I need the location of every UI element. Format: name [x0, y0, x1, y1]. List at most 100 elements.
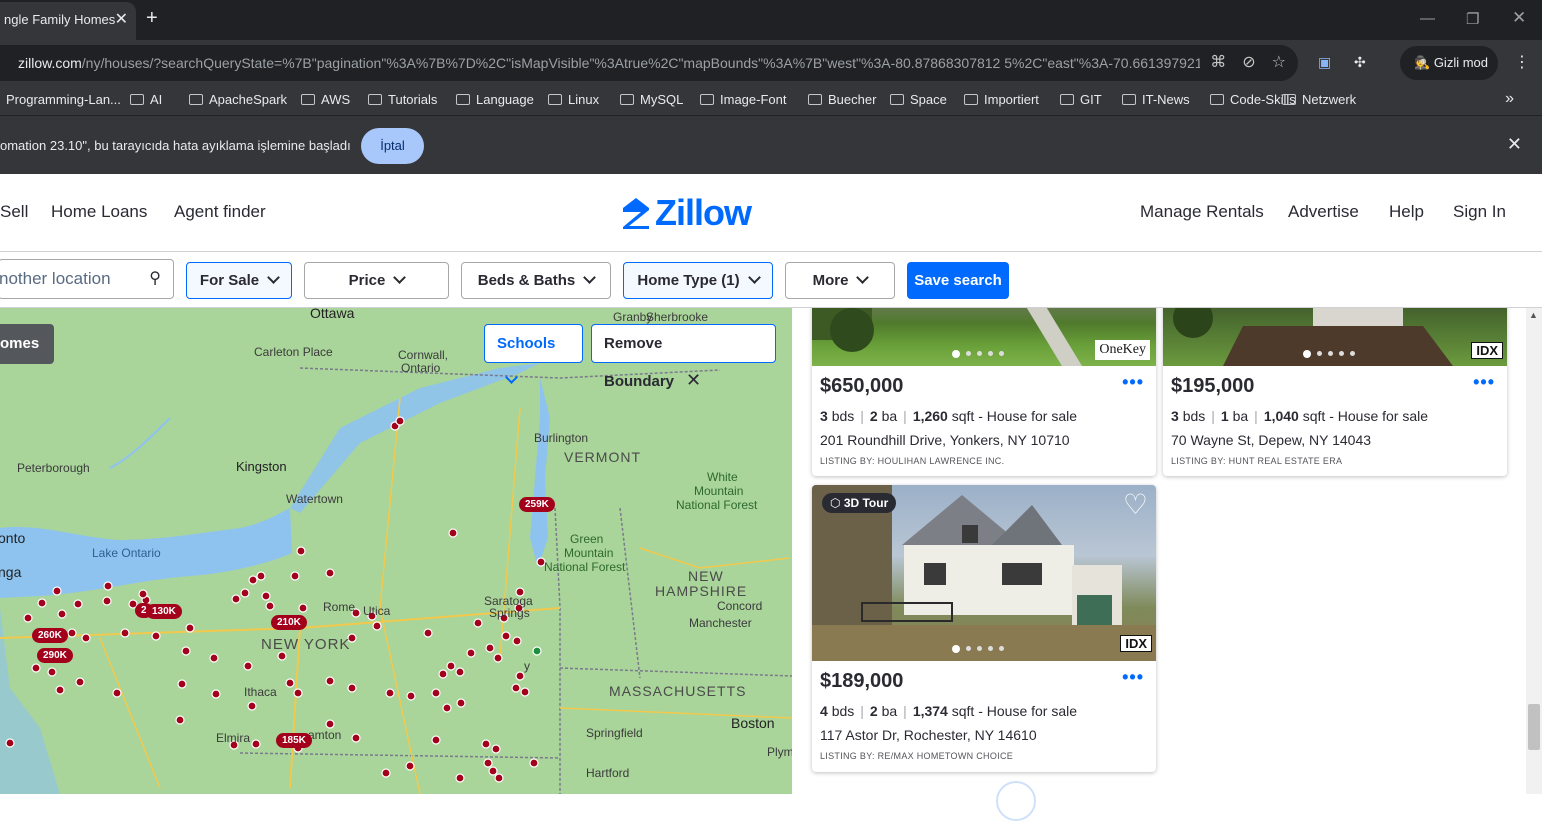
home-type-filter[interactable]: Home Type (1)	[623, 262, 773, 299]
extensions-puzzle-icon[interactable]: ✣	[1354, 54, 1366, 71]
beds-baths-filter[interactable]: Beds & Baths	[461, 262, 611, 299]
folder-icon	[1060, 94, 1074, 105]
more-options-icon[interactable]: •••	[1473, 372, 1495, 393]
tab-close-icon[interactable]: ✕	[115, 2, 128, 38]
map-label: Mountain	[694, 484, 744, 498]
price-filter[interactable]: Price	[304, 262, 449, 299]
remove-boundary-button[interactable]: Remove Boundary ✕	[591, 324, 776, 390]
zillow-logo[interactable]: Zillow	[621, 192, 752, 233]
map-label: Rome	[323, 600, 356, 614]
map-label: Green	[570, 532, 604, 546]
listing-card[interactable]: OneKey $650,000 ••• 3 bds | 2 ba | 1,260 sqf…	[812, 308, 1156, 476]
window-close-icon[interactable]: ✕	[1512, 8, 1526, 28]
scroll-up-arrow-icon[interactable]: ▲	[1529, 310, 1538, 320]
bookmark-folder[interactable]: GIT	[1060, 92, 1102, 107]
infobar-close-icon[interactable]: ✕	[1507, 134, 1522, 155]
close-icon: ✕	[686, 370, 702, 390]
bookmark-folder[interactable]: Image-Font	[700, 92, 786, 107]
listing-price: $650,000	[820, 375, 904, 397]
listing-card[interactable]: IDX $195,000 ••• 3 bds | 1 ba | 1,040 sqft -…	[1163, 308, 1507, 476]
scrollbar-thumb[interactable]	[1528, 704, 1540, 750]
bookmark-folder[interactable]: Netzwerk	[1282, 92, 1356, 107]
more-options-icon[interactable]: •••	[1122, 667, 1144, 688]
bookmark-folder[interactable]: MySQL	[620, 92, 683, 107]
map-label: Ottawa	[310, 308, 355, 321]
nav-sign-in[interactable]: Sign In	[1453, 202, 1506, 222]
map-panel[interactable]: Ottawa Granby Sherbrooke Carleton Place …	[0, 308, 792, 794]
bookmark-folder[interactable]: Importiert	[964, 92, 1039, 107]
bookmark-folder[interactable]: IT-News	[1122, 92, 1190, 107]
listing-photo[interactable]: ⬡ 3D Tour ♡ IDX	[812, 485, 1156, 661]
map-label: Boston	[731, 715, 775, 731]
save-search-button[interactable]: Save search	[907, 262, 1009, 299]
bookmark-folder[interactable]: Linux	[548, 92, 599, 107]
folder-icon	[620, 94, 634, 105]
photo-carousel-dots[interactable]	[952, 350, 1004, 358]
extension-ui-icon[interactable]: ▣	[1318, 54, 1331, 71]
favorite-heart-icon[interactable]: ♡	[1123, 491, 1148, 519]
bookmark-folder[interactable]: AWS	[301, 92, 350, 107]
map-label: Hartford	[586, 766, 630, 780]
bookmark-folder[interactable]: Language	[456, 92, 534, 107]
browser-tab[interactable]: ngle Family Homes ✕	[0, 2, 136, 40]
chevron-down-icon	[856, 271, 870, 284]
listing-address[interactable]: 70 Wayne St, Depew, NY 14043	[1171, 432, 1371, 448]
price-pin[interactable]: 290K	[37, 648, 73, 663]
folder-icon	[301, 94, 315, 105]
schools-toggle[interactable]: Schools	[484, 324, 583, 384]
listing-photo[interactable]: IDX	[1163, 308, 1507, 366]
nav-help[interactable]: Help	[1389, 202, 1424, 222]
bookmark-folder[interactable]: ApacheSpark	[189, 92, 287, 107]
listing-address[interactable]: 201 Roundhill Drive, Yonkers, NY 10710	[820, 432, 1070, 448]
bookmark-item[interactable]: Programming-Lan...	[6, 92, 121, 107]
translate-icon[interactable]: ⌘	[1210, 45, 1226, 81]
more-options-icon[interactable]: •••	[1122, 372, 1144, 393]
incognito-icon: 🕵	[1414, 55, 1431, 70]
location-search-input[interactable]: nother location ⚲	[0, 259, 174, 299]
price-pin[interactable]: 130K	[146, 604, 182, 619]
nav-home-loans[interactable]: Home Loans	[51, 202, 147, 222]
address-bar-icons: ⌘ ⊘ ☆	[1200, 45, 1286, 81]
bookmark-star-icon[interactable]: ☆	[1272, 45, 1286, 81]
infobar-cancel-button[interactable]: İptal	[361, 128, 424, 164]
nav-agent-finder[interactable]: Agent finder	[174, 202, 266, 222]
browser-tab-strip: ngle Family Homes ✕ + — ❐ ✕	[0, 0, 1542, 40]
bookmark-folder[interactable]: Buecher	[808, 92, 876, 107]
listing-photo[interactable]: OneKey	[812, 308, 1156, 366]
more-filter[interactable]: More	[785, 262, 895, 299]
nav-advertise[interactable]: Advertise	[1288, 202, 1359, 222]
browser-menu-icon[interactable]: ⋮	[1514, 52, 1530, 72]
incognito-badge[interactable]: 🕵 Gizli mod	[1400, 46, 1498, 80]
chevron-down-icon	[747, 271, 761, 284]
bookmark-folder[interactable]: AI	[130, 92, 162, 107]
photo-carousel-dots[interactable]	[952, 645, 1004, 653]
bookmark-folder[interactable]: Space	[890, 92, 947, 107]
listing-card[interactable]: ⬡ 3D Tour ♡ IDX $189,000 ••• 4 bds | 2 ba |…	[812, 485, 1156, 772]
listing-marker-highlight[interactable]	[532, 646, 542, 656]
address-bar[interactable]: zillow.com/ny/houses/?searchQueryState=%…	[0, 45, 1298, 81]
bookmarks-overflow-icon[interactable]: »	[1505, 90, 1514, 108]
minimize-icon[interactable]: —	[1420, 10, 1435, 27]
folder-icon	[890, 94, 904, 105]
homes-count-pill[interactable]: omes	[0, 324, 54, 364]
map-label: nga	[0, 564, 22, 580]
price-pin[interactable]: 210K	[271, 615, 307, 630]
price-pin[interactable]: 185K	[276, 733, 312, 748]
listing-address[interactable]: 117 Astor Dr, Rochester, NY 14610	[820, 727, 1037, 743]
restore-icon[interactable]: ❐	[1466, 10, 1479, 28]
photo-carousel-dots[interactable]	[1303, 350, 1355, 358]
search-icon[interactable]: ⚲	[149, 260, 161, 298]
nav-sell[interactable]: Sell	[0, 202, 28, 222]
new-tab-icon[interactable]: +	[146, 7, 158, 30]
for-sale-filter[interactable]: For Sale	[186, 262, 292, 299]
tour-badge[interactable]: ⬡ 3D Tour	[822, 493, 897, 513]
map-label: Burlington	[534, 431, 589, 445]
chevron-down-icon	[583, 271, 597, 284]
price-pin[interactable]: 260K	[32, 628, 68, 643]
tracking-off-icon[interactable]: ⊘	[1242, 45, 1255, 81]
mls-badge-idx: IDX	[1471, 342, 1503, 359]
bookmark-folder[interactable]: Tutorials	[368, 92, 437, 107]
nav-manage-rentals[interactable]: Manage Rentals	[1140, 202, 1264, 222]
map-label: Cornwall,	[398, 348, 449, 362]
price-pin[interactable]: 259K	[519, 497, 555, 512]
